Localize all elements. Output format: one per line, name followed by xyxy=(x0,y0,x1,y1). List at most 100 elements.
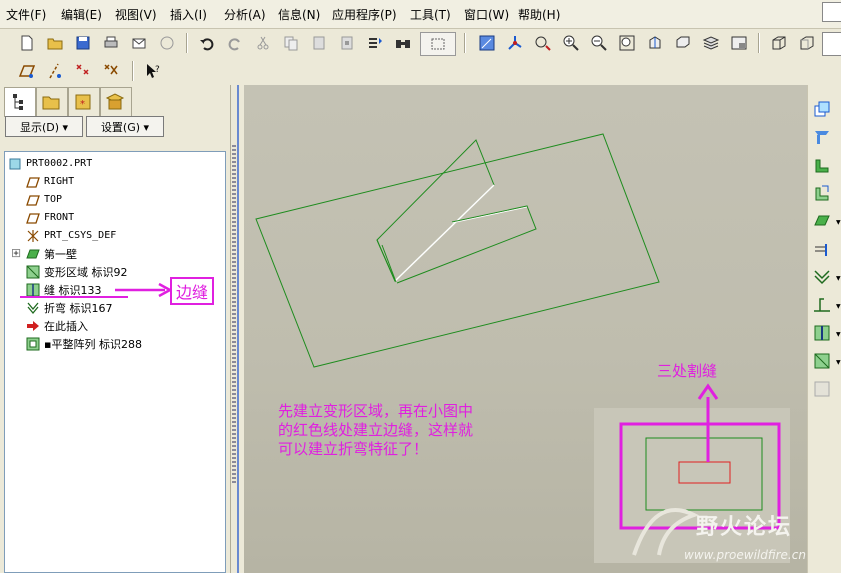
window-control-button[interactable] xyxy=(822,2,841,22)
tree-item-label: 第一壁 xyxy=(44,247,77,261)
regenerate-button[interactable] xyxy=(364,32,386,54)
paste-button[interactable] xyxy=(308,32,330,54)
flat-pattern-button[interactable] xyxy=(810,349,834,373)
send-button[interactable] xyxy=(128,32,150,54)
more-toolbar-button[interactable] xyxy=(822,32,841,56)
bent-flap-side xyxy=(376,239,396,282)
tree-item-deform-area[interactable]: 变形区域 标识92 xyxy=(25,263,128,280)
tree-item-part[interactable]: PRT0002.PRT xyxy=(7,155,92,172)
menu-analysis[interactable]: 分析(A) xyxy=(224,6,266,23)
refit-button[interactable] xyxy=(616,32,638,54)
redo-button[interactable] xyxy=(224,32,246,54)
menu-file[interactable]: 文件(F) xyxy=(6,6,46,23)
panel-splitter[interactable] xyxy=(230,85,245,573)
tree-item-top[interactable]: TOP xyxy=(25,191,62,208)
model-tree: PRT0002.PRT RIGHT TOP FRONT PRT_CSYS_DEF… xyxy=(4,151,226,573)
shading-button[interactable] xyxy=(768,32,790,54)
menu-window[interactable]: 窗口(W) xyxy=(464,6,509,23)
layers-button[interactable] xyxy=(700,32,722,54)
paste-special-icon xyxy=(341,36,353,50)
tree-item-label: TOP xyxy=(44,194,63,205)
menu-help[interactable]: 帮助(H) xyxy=(518,6,560,23)
paste-icon xyxy=(313,36,325,50)
cut-button[interactable] xyxy=(252,32,274,54)
undo-icon xyxy=(200,38,214,51)
zoom-out-icon xyxy=(591,35,607,51)
spin-center-button[interactable] xyxy=(504,32,526,54)
new-file-button[interactable] xyxy=(16,32,38,54)
unbend-tool-button[interactable] xyxy=(810,293,834,317)
saved-views-button[interactable] xyxy=(672,32,694,54)
repaint-button[interactable] xyxy=(476,32,498,54)
save-button[interactable] xyxy=(72,32,94,54)
cube-icon xyxy=(772,36,786,50)
copy-button[interactable] xyxy=(280,32,302,54)
tab-favorites[interactable]: * xyxy=(68,87,100,116)
bend-back-arrow-icon[interactable]: ▼ xyxy=(836,331,841,338)
reorient-button[interactable] xyxy=(644,32,666,54)
expand-plus-icon[interactable] xyxy=(11,247,21,261)
paste-special-button[interactable] xyxy=(336,32,358,54)
tree-item-label: 在此插入 xyxy=(44,319,88,333)
extend-wall-icon xyxy=(815,185,829,201)
tree-item-bend[interactable]: 折弯 标识167 xyxy=(25,299,113,316)
tree-item-right[interactable]: RIGHT xyxy=(25,173,74,190)
bend-tool-arrow-icon[interactable]: ▼ xyxy=(836,275,841,282)
tree-item-label: FRONT xyxy=(44,212,75,223)
csys-icon xyxy=(25,229,41,243)
corner-relief-button[interactable] xyxy=(810,377,834,401)
menu-tools[interactable]: 工具(T) xyxy=(410,6,451,23)
menu-edit[interactable]: 编辑(E) xyxy=(61,6,102,23)
csys-display-button[interactable] xyxy=(100,60,122,82)
print-button[interactable] xyxy=(100,32,122,54)
rip-tool-icon xyxy=(815,244,827,256)
menu-view[interactable]: 视图(V) xyxy=(115,6,157,23)
tree-item-first-wall[interactable]: 第一壁 xyxy=(11,245,77,262)
datum-axis-display-button[interactable] xyxy=(44,60,66,82)
flange-wall-button[interactable] xyxy=(810,153,834,177)
extend-wall-button[interactable] xyxy=(810,181,834,205)
context-help-button[interactable]: ? xyxy=(142,60,164,82)
watermark-title: 野火论坛 xyxy=(696,515,793,540)
graphics-window[interactable]: 三处割缝 先建立变形区域，再在小图中 的红色线处建立边缝，这样就 可以建立折弯特… xyxy=(244,85,807,573)
zoom-in-button[interactable] xyxy=(560,32,582,54)
flat-pattern-arrow-icon[interactable]: ▼ xyxy=(836,359,841,366)
flange-wall-icon xyxy=(815,159,829,173)
redo-icon xyxy=(228,38,240,51)
undo-button[interactable] xyxy=(196,32,218,54)
watermark-url: www.proewildfire.cn xyxy=(684,548,806,562)
zoom-out-button[interactable] xyxy=(588,32,610,54)
tab-folder-browser[interactable] xyxy=(36,87,68,116)
datum-plane-display-icon xyxy=(18,65,36,78)
tree-item-flat-pattern[interactable]: ▪平整阵列 标识288 xyxy=(25,335,142,352)
tree-item-front[interactable]: FRONT xyxy=(25,209,74,226)
slot-cut xyxy=(396,205,537,284)
tab-model-tree[interactable] xyxy=(4,87,36,117)
orient-mode-button[interactable] xyxy=(532,32,554,54)
datum-plane-display-button[interactable] xyxy=(16,60,38,82)
bend-tool-button[interactable] xyxy=(810,265,834,289)
datum-point-display-button[interactable] xyxy=(72,60,94,82)
tab-connections[interactable] xyxy=(100,87,132,116)
deform-area-arrow-icon[interactable]: ▼ xyxy=(836,219,841,226)
hidden-line-button[interactable] xyxy=(796,32,818,54)
display-dropdown[interactable]: 显示(D) ▾ xyxy=(5,116,83,137)
menu-info[interactable]: 信息(N) xyxy=(278,6,320,23)
settings-dropdown[interactable]: 设置(G) ▾ xyxy=(86,116,164,137)
find-button[interactable] xyxy=(392,32,414,54)
tree-item-csys[interactable]: PRT_CSYS_DEF xyxy=(25,227,116,244)
unbend-tool-arrow-icon[interactable]: ▼ xyxy=(836,303,841,310)
tree-item-insert-here[interactable]: 在此插入 xyxy=(25,317,88,334)
rip-tool-button[interactable] xyxy=(810,237,834,261)
menu-applications[interactable]: 应用程序(P) xyxy=(332,6,397,23)
unattached-wall-button[interactable] xyxy=(810,97,834,121)
rip-icon xyxy=(25,283,41,297)
send-disabled-button[interactable] xyxy=(156,32,178,54)
open-file-button[interactable] xyxy=(44,32,66,54)
select-box-dropdown[interactable] xyxy=(420,32,456,56)
view-manager-button[interactable] xyxy=(728,32,750,54)
menu-insert[interactable]: 插入(I) xyxy=(170,6,207,23)
deform-area-button[interactable] xyxy=(810,209,834,233)
bend-back-button[interactable] xyxy=(810,321,834,345)
flat-wall-button[interactable] xyxy=(810,125,834,149)
